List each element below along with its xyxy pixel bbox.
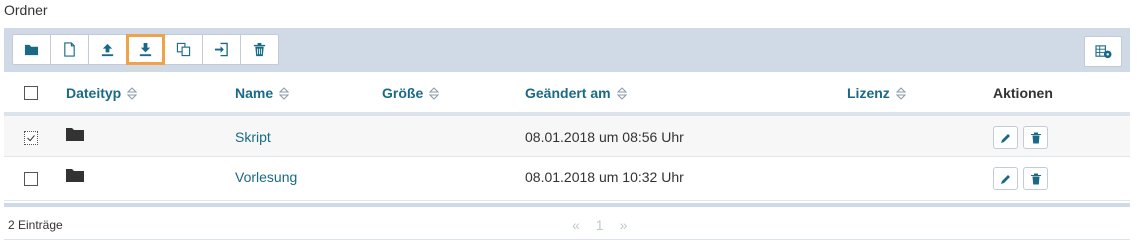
edit-button[interactable] xyxy=(993,167,1018,190)
panel-title: Ordner xyxy=(4,2,48,18)
table-row[interactable]: Vorlesung 08.01.2018 um 10:32 Uhr xyxy=(4,157,1130,201)
file-icon xyxy=(64,42,75,57)
download-button[interactable] xyxy=(126,34,165,65)
row-checkbox[interactable] xyxy=(24,131,38,145)
delete-button[interactable] xyxy=(240,34,279,65)
column-header-size[interactable]: Größe xyxy=(382,85,440,101)
table-header: Dateityp Name Größe Geändert am Lizenz A… xyxy=(4,72,1130,116)
column-header-type[interactable]: Dateityp xyxy=(66,85,138,101)
move-into-icon xyxy=(214,42,228,57)
upload-button[interactable] xyxy=(88,34,127,65)
page-number[interactable]: 1 xyxy=(596,217,604,233)
folder-icon xyxy=(66,128,84,141)
file-name-link[interactable]: Skript xyxy=(235,129,271,145)
toolbar-button-group xyxy=(12,34,279,65)
column-settings-icon xyxy=(1094,45,1111,59)
table-footer: 2 Einträge « 1 » xyxy=(4,203,1130,240)
download-icon xyxy=(139,42,152,57)
sort-icon xyxy=(616,86,627,100)
file-name-link[interactable]: Vorlesung xyxy=(235,169,297,185)
upload-icon xyxy=(101,43,114,57)
toolbar xyxy=(4,28,1130,72)
column-header-license[interactable]: Lizenz xyxy=(847,85,906,101)
prev-page-button[interactable]: « xyxy=(572,217,580,233)
modified-date: 08.01.2018 um 10:32 Uhr xyxy=(525,169,684,185)
new-folder-button[interactable] xyxy=(12,34,51,65)
column-header-actions: Aktionen xyxy=(993,85,1053,101)
copy-button[interactable] xyxy=(164,34,203,65)
folder-icon xyxy=(24,44,39,56)
file-table: Dateityp Name Größe Geändert am Lizenz A… xyxy=(4,72,1130,201)
folder-icon xyxy=(66,169,84,182)
delete-row-button[interactable] xyxy=(1023,126,1048,149)
new-file-button[interactable] xyxy=(50,34,89,65)
move-button[interactable] xyxy=(202,34,241,65)
pagination: « 1 » xyxy=(572,217,627,233)
select-all-checkbox[interactable] xyxy=(24,86,38,100)
pencil-icon xyxy=(1000,174,1010,184)
row-checkbox[interactable] xyxy=(24,172,38,186)
next-page-button[interactable]: » xyxy=(620,217,628,233)
trash-icon xyxy=(1030,173,1041,184)
sort-icon xyxy=(429,86,440,100)
sort-icon xyxy=(279,86,290,100)
table-row[interactable]: Skript 08.01.2018 um 08:56 Uhr xyxy=(4,116,1130,157)
column-header-name[interactable]: Name xyxy=(235,85,290,101)
pencil-icon xyxy=(1000,133,1010,143)
edit-button[interactable] xyxy=(993,126,1018,149)
sort-icon xyxy=(127,86,138,100)
column-header-modified[interactable]: Geändert am xyxy=(525,85,627,101)
delete-row-button[interactable] xyxy=(1023,167,1048,190)
entry-count: 2 Einträge xyxy=(8,218,63,232)
trash-icon xyxy=(1030,132,1041,143)
checkmark-icon xyxy=(27,135,35,142)
modified-date: 08.01.2018 um 08:56 Uhr xyxy=(525,129,684,145)
trash-icon xyxy=(253,42,266,57)
column-settings-button[interactable] xyxy=(1084,36,1122,67)
sort-icon xyxy=(895,86,906,100)
copy-icon xyxy=(176,42,191,57)
